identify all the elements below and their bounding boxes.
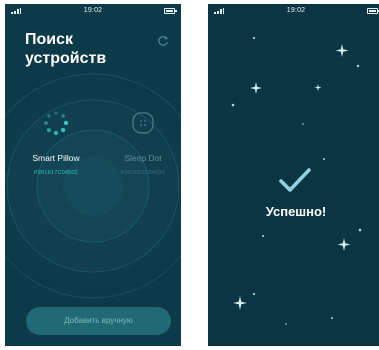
status-time: 19:02 bbox=[83, 7, 103, 14]
refresh-icon[interactable] bbox=[157, 35, 169, 47]
sleep-dot-icon bbox=[132, 112, 154, 134]
device-sleep-dot[interactable]: Sleep Dot P201617C04502 bbox=[105, 108, 181, 176]
success-message: Успешно! bbox=[265, 204, 327, 219]
spinner-icon bbox=[44, 111, 69, 136]
sparkle-icon bbox=[337, 238, 351, 251]
device-id: P201617C04502 bbox=[34, 170, 78, 176]
sparkle-icon bbox=[314, 84, 322, 91]
device-name: Sleep Dot bbox=[124, 153, 162, 163]
sparkle-icon bbox=[335, 44, 349, 57]
sparkle-icon bbox=[250, 82, 262, 94]
status-time: 19:02 bbox=[286, 7, 306, 14]
sparkle-icon bbox=[233, 296, 247, 310]
device-name: Smart Pillow bbox=[32, 153, 80, 163]
success-screen: 19:02 Успешно! bbox=[208, 4, 379, 346]
battery-icon bbox=[367, 8, 379, 14]
add-manually-button[interactable]: Добавить вручную bbox=[26, 307, 171, 335]
device-id: P201617C04502 bbox=[121, 170, 165, 176]
status-bar: 19:02 bbox=[208, 4, 379, 18]
check-icon bbox=[279, 168, 311, 192]
status-bar: 19:02 bbox=[5, 4, 181, 18]
device-smart-pillow[interactable]: Smart Pillow P201617C04502 bbox=[17, 108, 95, 176]
page-title: Поиск устройств bbox=[25, 31, 107, 67]
device-search-screen: 19:02 Поиск устройств Smart Pillow P2016… bbox=[5, 4, 181, 346]
battery-icon bbox=[164, 8, 177, 14]
